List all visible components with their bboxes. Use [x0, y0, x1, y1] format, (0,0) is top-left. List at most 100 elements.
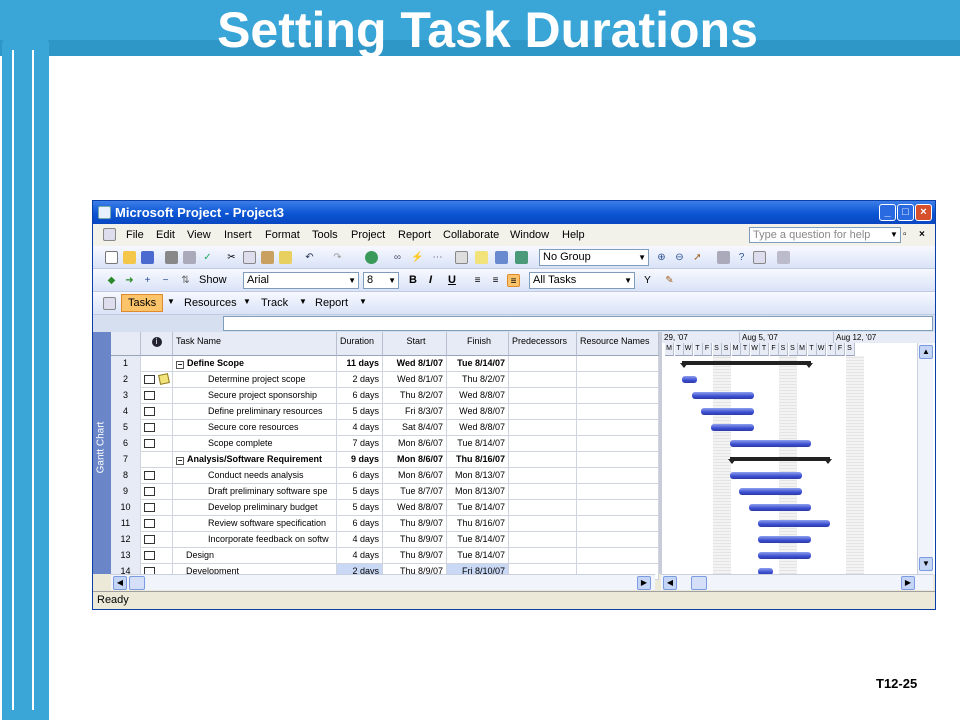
duration-cell[interactable]: 11 days — [337, 356, 383, 372]
indicators-cell[interactable] — [141, 484, 173, 500]
duration-cell[interactable]: 5 days — [337, 484, 383, 500]
scroll-right-icon[interactable]: ▶ — [637, 576, 651, 590]
table-row[interactable]: 8 Conduct needs analysis 6 days Mon 8/6/07 M… — [111, 468, 659, 484]
predecessors-cell[interactable] — [509, 500, 577, 516]
chevron-down-icon[interactable]: ▼ — [890, 230, 898, 239]
italic-button[interactable]: I — [429, 274, 432, 286]
subtasks-icon[interactable]: ⇅ — [179, 274, 192, 287]
align-right-icon[interactable]: ≡ — [507, 274, 520, 287]
menu-format[interactable]: Format — [265, 229, 300, 241]
scroll-down-icon[interactable]: ▼ — [919, 557, 933, 571]
predecessors-cell[interactable] — [509, 484, 577, 500]
resource-names-cell[interactable] — [577, 420, 659, 436]
start-cell[interactable]: Thu 8/9/07 — [383, 548, 447, 564]
underline-button[interactable]: U — [448, 274, 456, 286]
resource-names-cell[interactable] — [577, 532, 659, 548]
select-all-header[interactable] — [111, 332, 141, 356]
chevron-down-icon[interactable]: ▼ — [243, 297, 251, 306]
cut-icon[interactable]: ✂ — [225, 251, 238, 264]
indicators-cell[interactable] — [141, 372, 173, 388]
menu-report[interactable]: Report — [398, 229, 431, 241]
indicators-cell[interactable] — [141, 500, 173, 516]
task-name-cell[interactable]: Scope complete — [173, 436, 337, 452]
vertical-scrollbar[interactable]: ▲ ▼ — [917, 343, 933, 574]
column-header-duration[interactable]: Duration — [337, 332, 383, 356]
table-row[interactable]: 10 Develop preliminary budget 5 days Wed 8/… — [111, 500, 659, 516]
duration-cell[interactable]: 6 days — [337, 468, 383, 484]
indicators-cell[interactable] — [141, 420, 173, 436]
finish-cell[interactable]: Tue 8/14/07 — [447, 532, 509, 548]
task-bar[interactable] — [710, 424, 755, 431]
start-cell[interactable]: Thu 8/9/07 — [383, 516, 447, 532]
task-bar[interactable] — [758, 552, 812, 559]
finish-cell[interactable]: Tue 8/14/07 — [447, 548, 509, 564]
task-name-cell[interactable]: Conduct needs analysis — [173, 468, 337, 484]
paste-icon[interactable] — [261, 251, 274, 264]
resource-names-cell[interactable] — [577, 516, 659, 532]
chevron-down-icon[interactable]: ▼ — [299, 297, 307, 306]
report-button[interactable]: Report — [315, 297, 348, 309]
finish-cell[interactable]: Wed 8/8/07 — [447, 420, 509, 436]
table-row[interactable]: 7− Analysis/Software Requirement 9 days Mon… — [111, 452, 659, 468]
table-row[interactable]: 4 Define preliminary resources 5 days Fri 8… — [111, 404, 659, 420]
resource-names-cell[interactable] — [577, 436, 659, 452]
column-header-finish[interactable]: Finish — [447, 332, 509, 356]
duration-cell[interactable]: 4 days — [337, 548, 383, 564]
start-cell[interactable]: Wed 8/1/07 — [383, 372, 447, 388]
scroll-right-icon[interactable]: ▶ — [901, 576, 915, 590]
start-cell[interactable]: Mon 8/6/07 — [383, 452, 447, 468]
finish-cell[interactable]: Mon 8/13/07 — [447, 468, 509, 484]
insert-hyperlink-icon[interactable] — [365, 251, 378, 264]
predecessors-cell[interactable] — [509, 420, 577, 436]
finish-cell[interactable]: Tue 8/14/07 — [447, 356, 509, 372]
table-row[interactable]: 2 Determine project scope 2 days Wed 8/1/07… — [111, 372, 659, 388]
column-header-resource-names[interactable]: Resource Names — [577, 332, 659, 356]
predecessors-cell[interactable] — [509, 548, 577, 564]
font-combo[interactable]: Arial ▼ — [243, 272, 359, 289]
table-row[interactable]: 5 Secure core resources 4 days Sat 8/4/07 We… — [111, 420, 659, 436]
indicators-cell[interactable] — [141, 516, 173, 532]
minimize-button[interactable]: _ — [879, 204, 896, 221]
scroll-up-icon[interactable]: ▲ — [919, 345, 933, 359]
task-bar[interactable] — [691, 392, 755, 399]
indicators-cell[interactable] — [141, 532, 173, 548]
close-doc-icon[interactable]: × — [919, 229, 925, 240]
resource-names-cell[interactable] — [577, 468, 659, 484]
column-header-predecessors[interactable]: Predecessors — [509, 332, 577, 356]
task-name-cell[interactable]: Incorporate feedback on softw — [173, 532, 337, 548]
predecessors-cell[interactable] — [509, 436, 577, 452]
finish-cell[interactable]: Thu 8/2/07 — [447, 372, 509, 388]
table-row[interactable]: 3 Secure project sponsorship 6 days Thu 8/2… — [111, 388, 659, 404]
bold-button[interactable]: B — [409, 274, 417, 286]
duration-cell[interactable]: 4 days — [337, 532, 383, 548]
start-cell[interactable]: Mon 8/6/07 — [383, 436, 447, 452]
toolbar-options-icon[interactable] — [777, 251, 790, 264]
scroll-left-icon[interactable]: ◀ — [663, 576, 677, 590]
track-button[interactable]: Track — [261, 297, 288, 309]
menu-collaborate[interactable]: Collaborate — [443, 229, 499, 241]
menu-edit[interactable]: Edit — [156, 229, 175, 241]
indicators-cell[interactable] — [141, 468, 173, 484]
indicators-cell[interactable] — [141, 548, 173, 564]
finish-cell[interactable]: Tue 8/14/07 — [447, 436, 509, 452]
zoom-in-icon[interactable]: ⊕ — [655, 251, 668, 264]
scroll-to-task-icon[interactable]: ➚ — [691, 251, 704, 264]
predecessors-cell[interactable] — [509, 404, 577, 420]
finish-cell[interactable]: Wed 8/8/07 — [447, 404, 509, 420]
predecessors-cell[interactable] — [509, 516, 577, 532]
task-name-cell[interactable]: Review software specification — [173, 516, 337, 532]
open-icon[interactable] — [123, 251, 136, 264]
task-bar[interactable] — [701, 408, 755, 415]
task-name-cell[interactable]: Develop preliminary budget — [173, 500, 337, 516]
column-header-task-name[interactable]: Task Name — [173, 332, 337, 356]
task-name-cell[interactable]: Draft preliminary software spe — [173, 484, 337, 500]
duration-cell[interactable]: 2 days — [337, 372, 383, 388]
group-by-combo[interactable]: No Group ▼ — [539, 249, 649, 266]
task-name-cell[interactable]: − Analysis/Software Requirement — [173, 452, 337, 468]
task-notes-icon[interactable] — [475, 251, 488, 264]
split-task-icon[interactable]: ⋯ — [431, 251, 444, 264]
summary-bar[interactable] — [680, 361, 814, 368]
collapse-icon[interactable]: − — [176, 457, 184, 465]
view-bar[interactable]: Gantt Chart — [93, 332, 111, 574]
resource-names-cell[interactable] — [577, 452, 659, 468]
